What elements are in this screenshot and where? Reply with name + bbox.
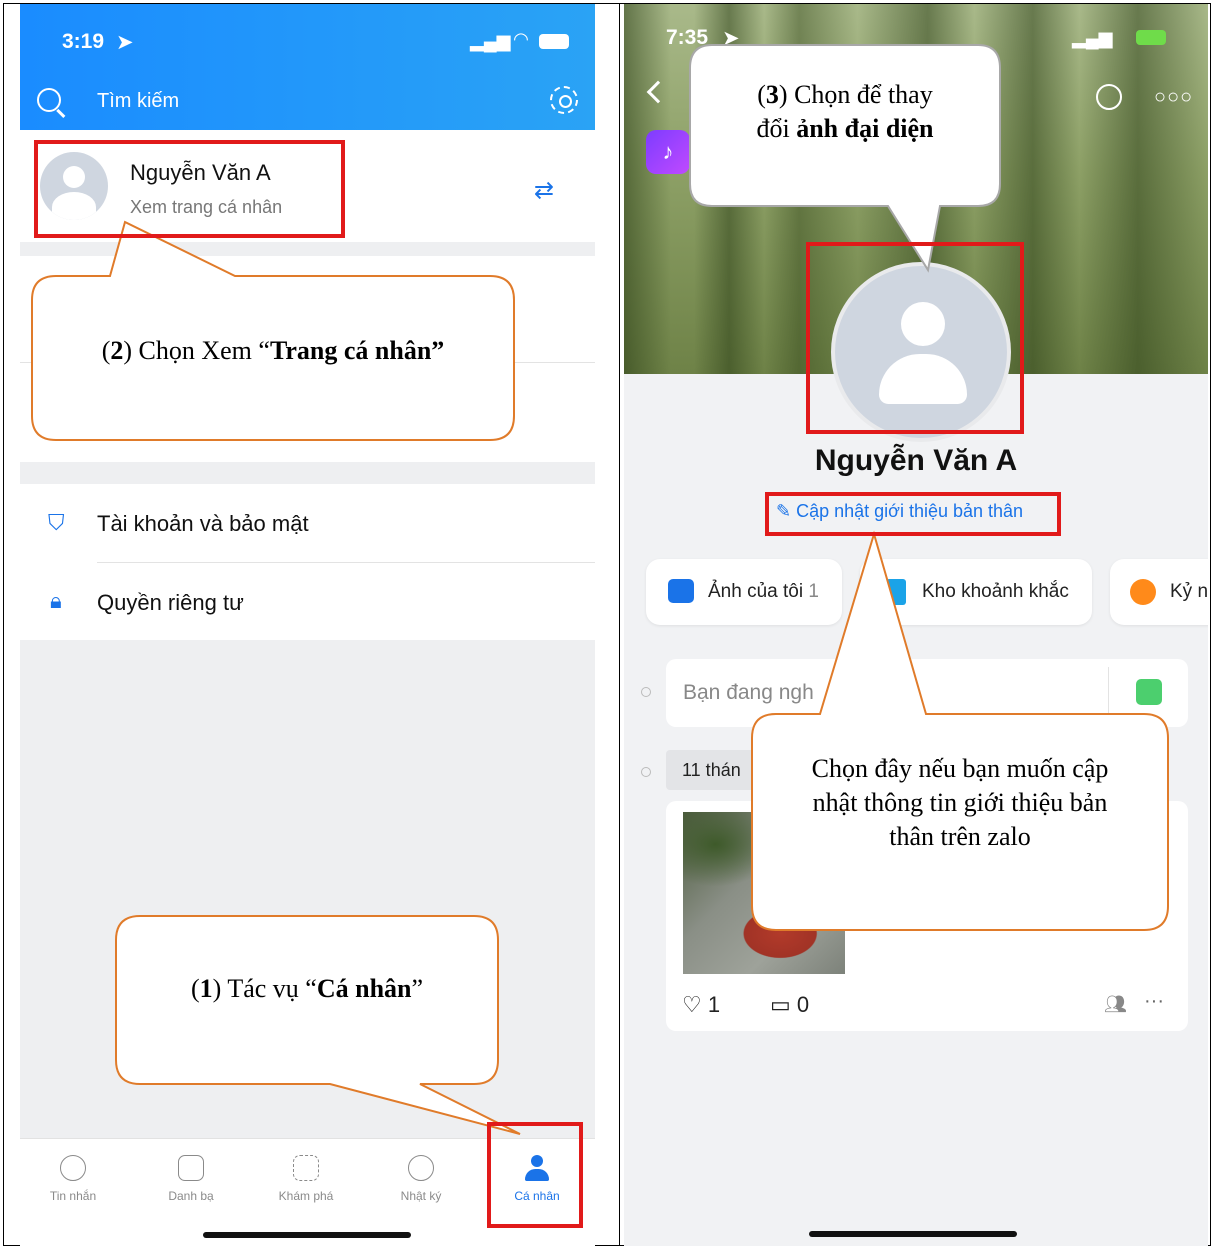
tab-messages[interactable]: Tin nhắn bbox=[33, 1149, 113, 1203]
date-chip: 11 thán bbox=[666, 750, 786, 790]
like-button[interactable]: ♡ 1 bbox=[682, 992, 720, 1018]
gear-icon[interactable] bbox=[550, 86, 578, 114]
header-bar: 3:19 ➤ ▂▄▆ ◠ Tìm kiếm bbox=[20, 4, 595, 130]
contacts-icon bbox=[178, 1155, 204, 1181]
profile-name: Nguyễn Văn A bbox=[814, 444, 1018, 477]
tab-timeline[interactable]: Nhật ký bbox=[381, 1149, 461, 1203]
callout-4-text: Chọn đây nếu bạn muốn cập nhật thông tin… bbox=[811, 754, 1109, 851]
lock-icon: 🔒︎ bbox=[50, 588, 62, 613]
clock-icon bbox=[408, 1155, 434, 1181]
battery-icon bbox=[539, 34, 569, 49]
signal-icon: ▂▄▆ bbox=[470, 31, 511, 51]
menu-item-account-security[interactable]: Tài khoản và bảo mật bbox=[97, 511, 309, 537]
tab-contacts[interactable]: Danh bạ bbox=[151, 1149, 231, 1203]
people-icon: 👥︎ bbox=[1104, 994, 1127, 1014]
status-composer[interactable]: Bạn đang ngh bbox=[666, 659, 1188, 727]
status-time: 7:35 bbox=[666, 26, 709, 49]
search-icon[interactable] bbox=[37, 88, 61, 112]
shield-icon: ⛉ bbox=[48, 510, 65, 535]
more-icon[interactable]: ○○○ bbox=[1154, 86, 1193, 109]
photo-icon[interactable] bbox=[1136, 679, 1162, 705]
clock-icon bbox=[1130, 579, 1156, 605]
home-indicator bbox=[203, 1232, 411, 1238]
moments-pill[interactable]: Kho khoảnh khắc bbox=[860, 559, 1092, 625]
settings-menu: ⛉ Tài khoản và bảo mật 🔒︎ Quyền riêng tư bbox=[20, 484, 595, 640]
callout-1-text: (1) Tác vụ “Cá nhân” bbox=[190, 974, 424, 1003]
callout-2-text: (2) Chọn Xem “Trang cá nhân” bbox=[101, 336, 445, 365]
post-more-icon[interactable]: ··· bbox=[1144, 990, 1164, 1013]
highlight-profile-row bbox=[34, 140, 345, 238]
panel-divider bbox=[619, 3, 620, 1246]
heart-icon: ♡ bbox=[682, 992, 708, 1017]
grid-icon bbox=[293, 1155, 319, 1181]
home-indicator bbox=[809, 1231, 1017, 1237]
status-time: 3:19 bbox=[62, 30, 105, 53]
memories-pill[interactable]: Kỷ n bbox=[1110, 559, 1208, 625]
my-photos-pill[interactable]: Ảnh của tôi 1 bbox=[646, 559, 842, 625]
switch-account-icon[interactable]: ⇄ bbox=[534, 176, 554, 205]
eye-icon[interactable] bbox=[1096, 84, 1122, 110]
tab-discover[interactable]: Khám phá bbox=[266, 1149, 346, 1203]
signal-icon: ▂▄▆ bbox=[1072, 28, 1113, 48]
location-arrow-icon: ➤ bbox=[722, 27, 740, 50]
location-arrow-icon: ➤ bbox=[116, 31, 134, 54]
highlight-avatar bbox=[806, 242, 1024, 434]
callout-3-text: (3) Chọn để thay đổi ảnh đại diện bbox=[756, 80, 934, 143]
music-icon[interactable]: ♪ bbox=[646, 130, 690, 174]
composer-input[interactable]: Bạn đang ngh bbox=[683, 681, 814, 705]
image-icon bbox=[668, 579, 694, 603]
right-phone-screen: 7:35 ➤ ▂▄▆ ♪ ○○○ Nguyễn Văn A ✎ Cập nhật… bbox=[624, 4, 1208, 1246]
highlight-personal-tab bbox=[487, 1122, 583, 1228]
menu-item-privacy[interactable]: Quyền riêng tư bbox=[97, 590, 244, 616]
battery-icon bbox=[1136, 30, 1166, 45]
highlight-update-intro bbox=[765, 492, 1061, 536]
search-input[interactable]: Tìm kiếm bbox=[97, 90, 179, 113]
chat-icon bbox=[60, 1155, 86, 1181]
wifi-icon: ◠ bbox=[514, 29, 528, 49]
comment-button[interactable]: ▭ 0 bbox=[770, 992, 809, 1018]
archive-icon bbox=[886, 579, 906, 605]
comment-icon: ▭ bbox=[770, 992, 797, 1017]
